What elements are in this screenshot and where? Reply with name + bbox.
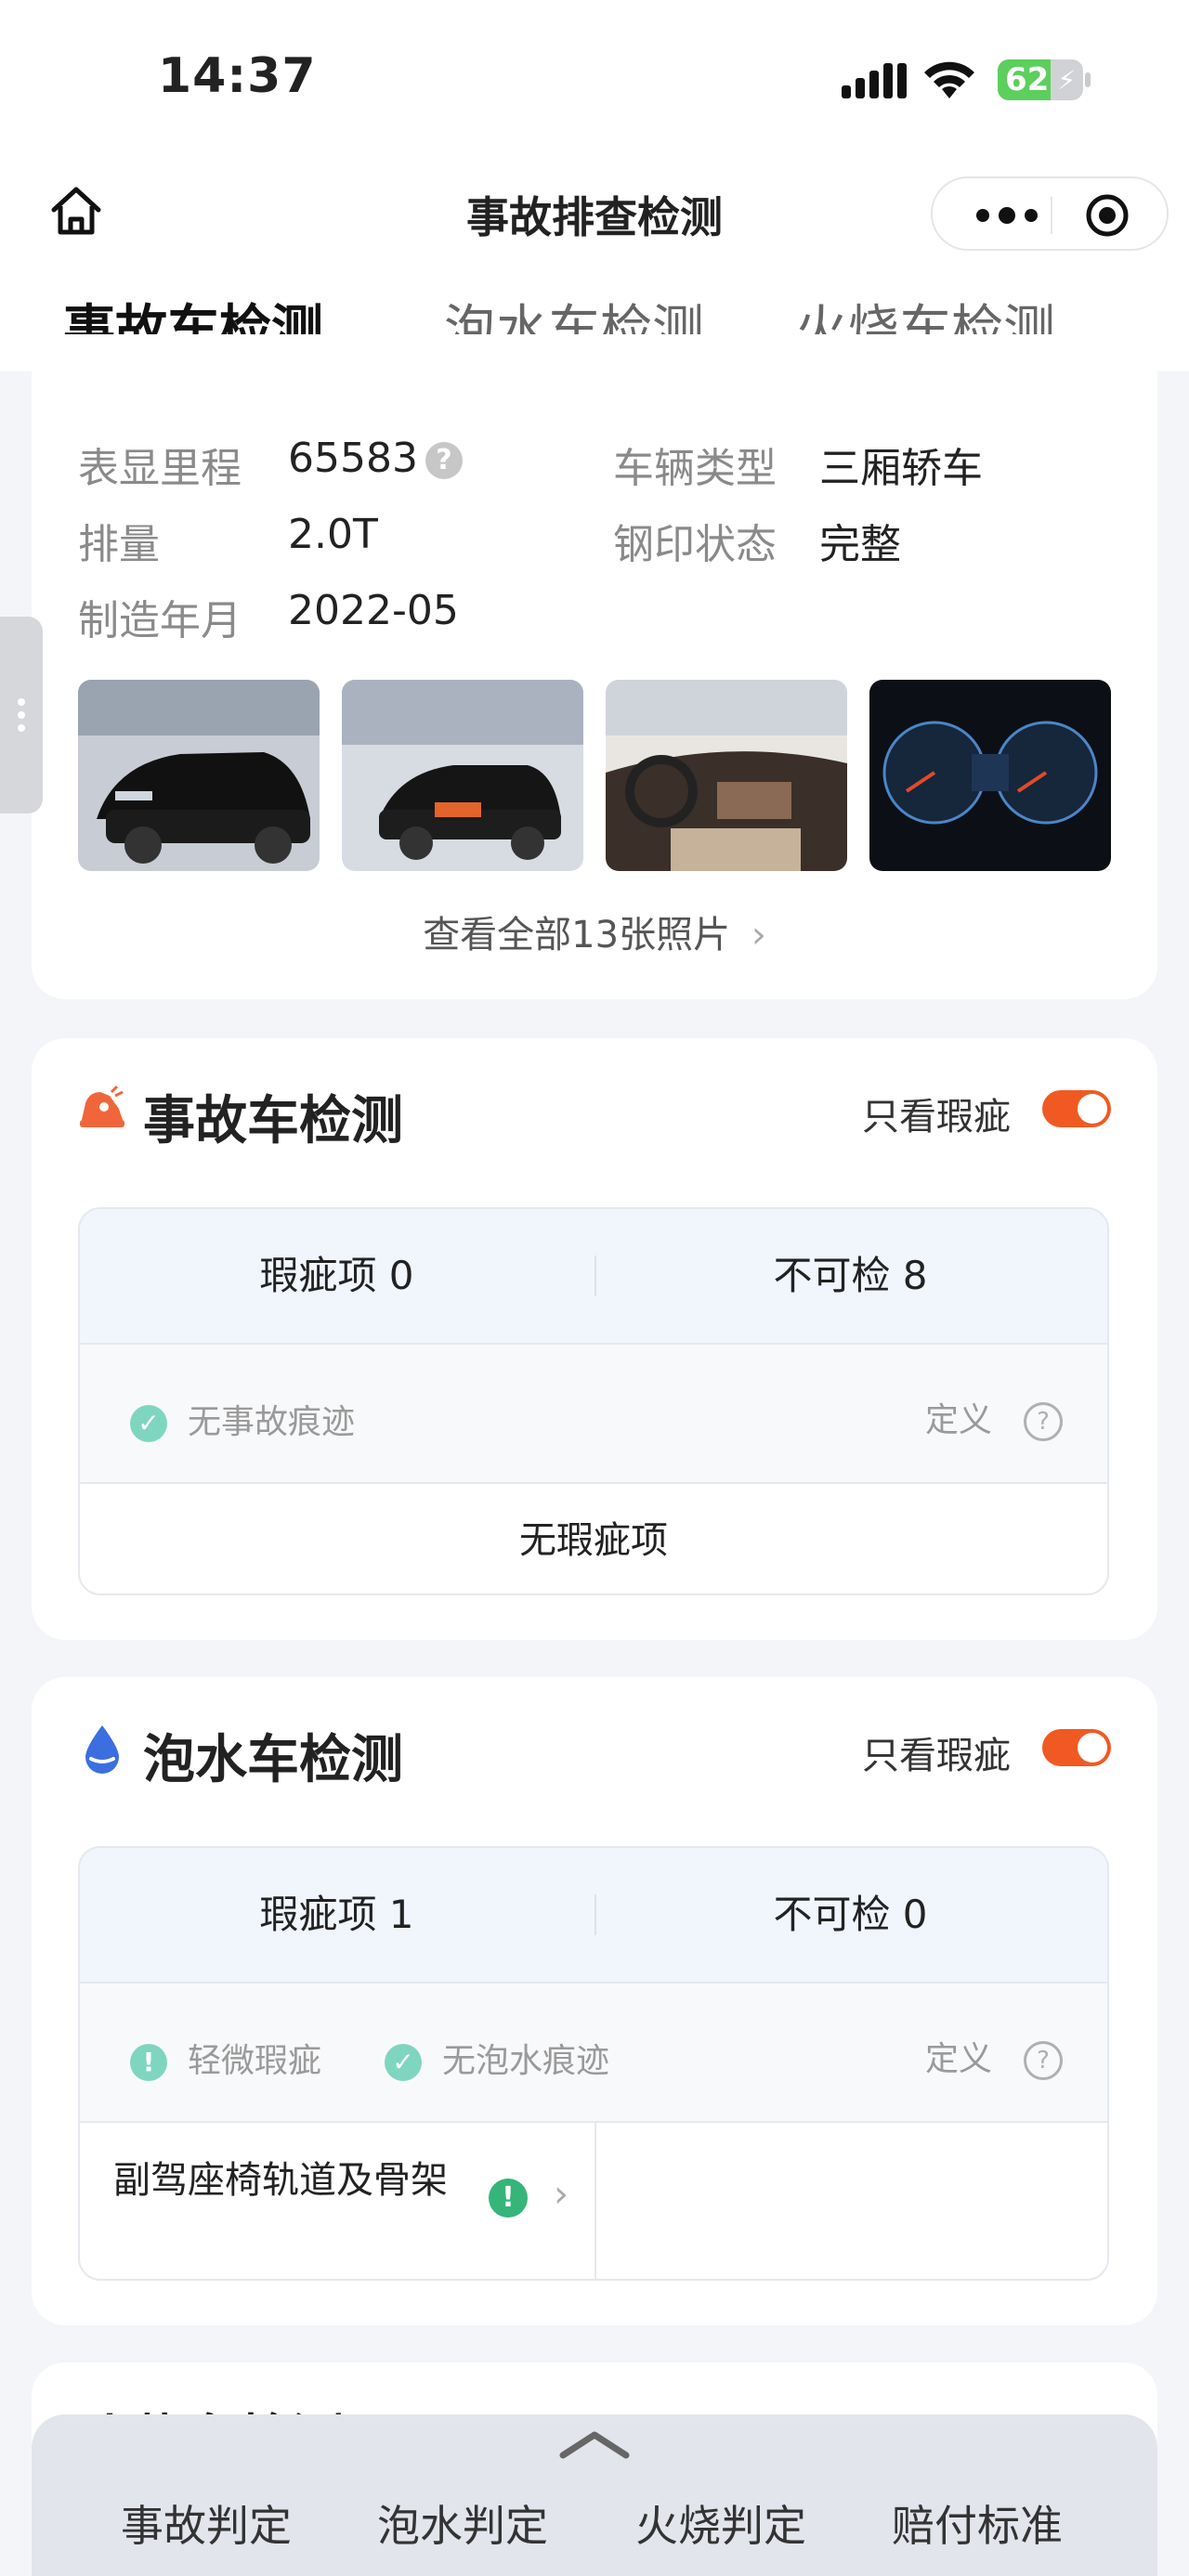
charging-bolt-icon: ⚡: [1057, 65, 1076, 96]
accident-section: 事故车检测 只看瑕疵 瑕疵项 0 不可检 8 ✓ 无事故痕迹 定义? 无瑕疵项: [32, 1038, 1157, 1640]
view-all-photos-label: 查看全部13张照片: [423, 914, 731, 956]
vehicle-photo-dashboard[interactable]: [869, 680, 1111, 871]
mini-program-capsule: [931, 176, 1169, 251]
legend-no-accident: ✓ 无事故痕迹: [130, 1395, 355, 1442]
help-circle-icon: ?: [1024, 2041, 1063, 2080]
status-bar: 14:37 62 ⚡: [0, 0, 1189, 158]
row-divider: [594, 2123, 596, 2279]
wifi-icon: [924, 61, 974, 98]
chevron-up-icon[interactable]: [557, 2427, 632, 2461]
accident-definition-link[interactable]: 定义?: [925, 1393, 1063, 1441]
accident-empty-state: 无瑕疵项: [80, 1482, 1107, 1594]
flood-flaw-count[interactable]: 瑕疵项 1: [80, 1848, 594, 1982]
definition-label: 定义: [924, 2040, 992, 2078]
legend-no-flood: ✓ 无泡水痕迹: [385, 2034, 609, 2081]
compensation-standard-button[interactable]: 赔付标准: [892, 2492, 1063, 2554]
check-circle-icon: ✓: [385, 2044, 422, 2081]
legend-no-flood-label: 无泡水痕迹: [442, 2042, 610, 2080]
side-drawer-handle[interactable]: [0, 617, 43, 813]
flood-flaw-only-toggle[interactable]: 只看瑕疵: [832, 1725, 1111, 1777]
check-circle-icon: ✓: [130, 1405, 167, 1442]
vehicle-photo-rear[interactable]: [342, 680, 583, 871]
flood-table-header: 瑕疵项 1 不可检 0: [80, 1848, 1107, 1982]
water-drop-icon: [85, 1725, 119, 1774]
mileage-value: 65583: [288, 435, 418, 482]
vehicle-type-label: 车辆类型: [613, 445, 777, 492]
chevron-right-icon: ›: [751, 914, 766, 956]
handle-dot: [18, 711, 25, 719]
vehicle-info-card: 表显里程 65583 ? 车辆类型 三厢轿车 排量 2.0T 钢印状态 完整 制…: [32, 334, 1157, 999]
flaw-only-label: 只看瑕疵: [862, 1096, 1011, 1138]
legend-minor-flaw-label: 轻微瑕疵: [188, 2042, 322, 2080]
mileage-help-icon[interactable]: ?: [425, 442, 463, 479]
flaw-only-label: 只看瑕疵: [862, 1735, 1011, 1777]
status-time: 14:37: [158, 48, 317, 104]
nav-bar: 事故排查检测: [0, 158, 1189, 269]
view-all-photos-link[interactable]: 查看全部13张照片 ›: [32, 904, 1157, 958]
accident-uncheckable-count[interactable]: 不可检 8: [594, 1209, 1107, 1343]
flood-section-title: 泡水车检测: [143, 1730, 403, 1790]
cellular-signal-icon: [842, 63, 907, 98]
car-crash-icon: [80, 1085, 124, 1127]
accident-section-title: 事故车检测: [143, 1091, 403, 1151]
flood-judgment-button[interactable]: 泡水判定: [377, 2492, 548, 2554]
flood-uncheckable-count[interactable]: 不可检 0: [594, 1848, 1107, 1982]
legend-no-accident-label: 无事故痕迹: [188, 1403, 356, 1441]
flaw-only-switch[interactable]: [1042, 1090, 1111, 1127]
accident-judgment-button[interactable]: 事故判定: [121, 2492, 292, 2554]
stamp-status-value: 完整: [819, 521, 901, 568]
more-icon[interactable]: [970, 197, 1044, 234]
displacement-value: 2.0T: [288, 511, 378, 558]
minor-flaw-icon: !: [489, 2179, 528, 2218]
battery-level: 62: [1005, 61, 1050, 98]
vehicle-photo-front[interactable]: [78, 680, 320, 871]
mileage-label: 表显里程: [78, 445, 242, 492]
capsule-divider: [1051, 197, 1052, 234]
definition-label: 定义: [924, 1401, 992, 1439]
switch-knob: [1078, 1733, 1107, 1763]
battery-tip: [1085, 72, 1091, 87]
accident-legend-row: ✓ 无事故痕迹 定义?: [80, 1343, 1107, 1484]
manufacture-date-label: 制造年月: [78, 597, 242, 644]
help-circle-icon: ?: [1024, 1402, 1063, 1441]
accident-flaw-only-toggle[interactable]: 只看瑕疵: [832, 1086, 1111, 1138]
bottom-judgment-bar: 事故判定 泡水判定 火烧判定 赔付标准: [32, 2414, 1157, 2576]
handle-dot: [18, 698, 25, 706]
flood-flaw-item[interactable]: 副驾座椅轨道及骨架 ! ›: [80, 2121, 1107, 2279]
fire-judgment-button[interactable]: 火烧判定: [635, 2492, 806, 2554]
flaw-only-switch[interactable]: [1042, 1729, 1111, 1766]
close-mini-program-icon[interactable]: [1085, 193, 1130, 238]
accident-flaw-count[interactable]: 瑕疵项 0: [80, 1209, 594, 1343]
battery-icon: 62 ⚡: [998, 59, 1083, 100]
chevron-right-icon: ›: [554, 2173, 568, 2216]
handle-dot: [18, 724, 25, 732]
displacement-label: 排量: [78, 521, 160, 568]
vehicle-photo-interior[interactable]: [606, 680, 847, 871]
accident-result-table: 瑕疵项 0 不可检 8 ✓ 无事故痕迹 定义? 无瑕疵项: [78, 1207, 1109, 1595]
switch-knob: [1078, 1094, 1107, 1124]
flood-section: 泡水车检测 只看瑕疵 瑕疵项 1 不可检 0 ! 轻微瑕疵 ✓ 无泡水痕迹 定义? …: [32, 1677, 1157, 2325]
accident-table-header: 瑕疵项 0 不可检 8: [80, 1209, 1107, 1343]
vehicle-type-value: 三厢轿车: [819, 445, 983, 492]
flaw-item-name: 副驾座椅轨道及骨架: [113, 2159, 448, 2202]
legend-minor-flaw: ! 轻微瑕疵: [130, 2034, 321, 2081]
flood-result-table: 瑕疵项 1 不可检 0 ! 轻微瑕疵 ✓ 无泡水痕迹 定义? 副驾座椅轨道及骨架 !…: [78, 1846, 1109, 2281]
stamp-status-label: 钢印状态: [613, 521, 777, 568]
flood-definition-link[interactable]: 定义?: [925, 2032, 1063, 2080]
manufacture-date-value: 2022-05: [288, 587, 459, 634]
warning-circle-icon: !: [130, 2044, 167, 2081]
flood-legend-row: ! 轻微瑕疵 ✓ 无泡水痕迹 定义?: [80, 1982, 1107, 2123]
